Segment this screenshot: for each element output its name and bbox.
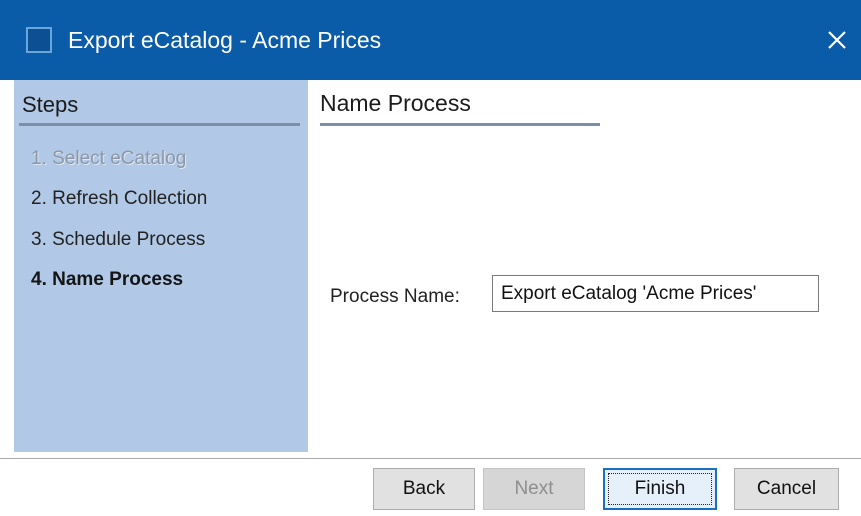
finish-button[interactable]: Finish	[603, 468, 717, 510]
process-name-label: Process Name:	[330, 286, 460, 307]
back-button[interactable]: Back	[373, 468, 475, 510]
export-wizard-dialog: Export eCatalog - Acme Prices Steps 1. S…	[0, 0, 861, 516]
page-title-divider	[320, 123, 600, 126]
step-schedule-process: 3. Schedule Process	[31, 229, 206, 250]
step-refresh-collection: 2. Refresh Collection	[31, 188, 208, 209]
dialog-left-edge	[0, 80, 9, 460]
close-button[interactable]	[813, 16, 861, 64]
steps-divider	[19, 123, 300, 126]
finish-button-label: Finish	[634, 478, 686, 499]
steps-heading: Steps	[22, 92, 79, 117]
page-title: Name Process	[320, 90, 471, 116]
window-app-icon	[26, 27, 52, 53]
title-bar[interactable]: Export eCatalog - Acme Prices	[0, 0, 861, 80]
step-select-ecatalog: 1. Select eCatalog	[31, 148, 187, 169]
close-icon	[828, 31, 846, 49]
process-name-input[interactable]	[492, 275, 819, 312]
cancel-button[interactable]: Cancel	[734, 468, 839, 510]
footer-divider	[0, 458, 861, 459]
steps-panel: Steps 1. Select eCatalog 2. Refresh Coll…	[14, 80, 308, 452]
step-name-process: 4. Name Process	[31, 269, 184, 290]
window-title: Export eCatalog - Acme Prices	[68, 27, 382, 53]
next-button[interactable]: Next	[483, 468, 585, 510]
